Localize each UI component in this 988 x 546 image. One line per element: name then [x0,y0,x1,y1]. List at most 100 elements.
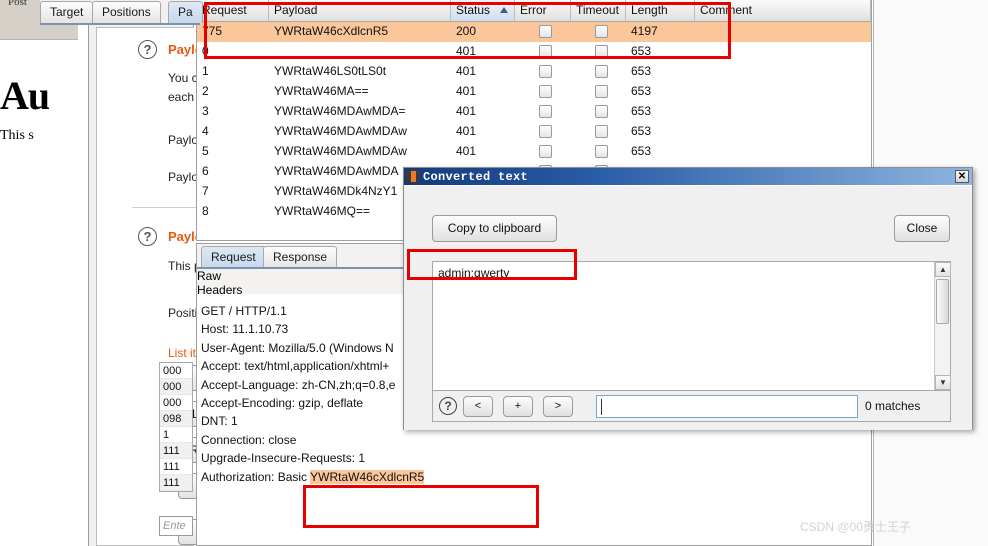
cell-status: 401 [456,84,477,98]
find-next-button[interactable]: > [543,396,573,417]
checkbox-icon[interactable] [594,145,608,158]
list-item[interactable]: 1 [160,427,192,443]
raw-request-line: Upgrade-Insecure-Requests: 1 [201,451,366,466]
cell-error[interactable] [515,102,571,122]
cell-comment [695,22,871,42]
find-help-icon[interactable]: ? [439,397,457,415]
triangle-down-icon[interactable]: ▼ [935,375,951,390]
cell-timeout[interactable] [571,122,626,142]
checkbox-icon[interactable] [594,45,608,58]
checkbox-icon[interactable] [594,65,608,78]
find-bar: ? < + > 0 matches [432,391,951,422]
find-input[interactable] [596,395,858,418]
scrollbar-thumb[interactable] [936,279,949,324]
checkbox-icon[interactable] [594,85,608,98]
converted-text-dialog[interactable]: Converted text ✕ Copy to clipboard Close… [403,167,973,430]
cell-timeout[interactable] [571,142,626,162]
checkbox-icon[interactable] [539,25,552,38]
list-item[interactable]: 000 [160,363,192,379]
screenshot-root: Post Au This s ? Payload Sets You can de… [0,0,988,546]
close-icon[interactable]: ✕ [955,170,969,183]
background-page-heading: Au [0,73,50,118]
checkbox-icon[interactable] [539,125,552,138]
copy-to-clipboard-button[interactable]: Copy to clipboard [432,215,557,242]
tab-target[interactable]: Target [40,1,94,23]
list-item[interactable]: 098 [160,411,192,427]
cell-timeout[interactable] [571,82,626,102]
cell-timeout[interactable] [571,22,626,42]
cell-error[interactable] [515,82,571,102]
cell-error[interactable] [515,22,571,42]
text-caret [601,399,602,415]
column-header-comment[interactable]: Comment [695,0,871,22]
table-row[interactable]: 5 YWRtaW46MDAwMDAw 401 653 [197,142,871,162]
column-header-error[interactable]: Error [515,0,571,22]
add-payload-input[interactable]: Ente [159,516,193,536]
tab-positions[interactable]: Positions [92,1,161,23]
dialog-titlebar[interactable]: Converted text ✕ [404,168,972,185]
checkbox-icon[interactable] [539,105,552,118]
decoded-text-scrollbar[interactable]: ▲ ▼ [934,262,951,390]
cell-comment [695,142,871,162]
list-item[interactable]: 111 [160,475,192,491]
checkbox-icon[interactable] [539,45,552,58]
decoded-text-area[interactable]: admin:qwerty ▲ ▼ [432,261,951,391]
dialog-body: Copy to clipboard Close admin:qwerty ▲ ▼… [404,185,972,430]
cell-timeout[interactable] [571,42,626,62]
checkbox-icon[interactable] [539,65,552,78]
checkbox-icon[interactable] [594,25,608,38]
table-row[interactable]: 4 YWRtaW46MDAwMDAw 401 653 [197,122,871,142]
find-prev-button[interactable]: < [463,396,493,417]
close-button[interactable]: Close [894,215,950,242]
cell-request: 5 [202,144,209,158]
checkbox-icon[interactable] [594,105,608,118]
cell-error[interactable] [515,142,571,162]
table-row[interactable]: 3 YWRtaW46MDAwMDA= 401 653 [197,102,871,122]
cell-length: 653 [631,124,652,138]
cell-request: 3 [202,104,209,118]
payload-list[interactable]: 000 000 000 098 1 111 111 111 [159,362,193,492]
column-header-length[interactable]: Length [626,0,695,22]
triangle-up-icon[interactable]: ▲ [935,262,951,277]
cell-status: 401 [456,104,477,118]
column-header-payload[interactable]: Payload [269,0,451,22]
column-header-timeout[interactable]: Timeout [571,0,626,22]
payload-type-label: Payload type: [168,170,196,184]
find-add-button[interactable]: + [503,396,533,417]
column-header-status[interactable]: Status [451,0,515,22]
table-row[interactable]: 775 YWRtaW46cXdlcnR5 200 4197 [197,22,871,42]
payload-sets-desc-line2: each payload set, [168,90,196,104]
cell-timeout[interactable] [571,62,626,82]
cell-payload: YWRtaW46cXdlcnR5 [274,24,389,38]
cell-request: 1 [202,64,209,78]
watermark: CSDN @00勇士王子 [800,520,911,534]
cell-payload: YWRtaW46MDAwMDAw [274,144,407,158]
cell-error[interactable] [515,62,571,82]
table-row[interactable]: 2 YWRtaW46MA== 401 653 [197,82,871,102]
cell-request: 0 [202,44,209,58]
tab-response[interactable]: Response [263,246,338,268]
list-item[interactable]: 111 [160,443,192,459]
tab-request[interactable]: Request [201,246,266,268]
checkbox-icon[interactable] [539,85,552,98]
list-item[interactable]: 000 [160,379,192,395]
tab-payloads[interactable]: Pa [168,1,203,23]
table-row[interactable]: 0 401 653 [197,42,871,62]
list-item[interactable]: 000 [160,395,192,411]
cell-error[interactable] [515,122,571,142]
checkbox-icon[interactable] [594,125,608,138]
table-row[interactable]: 1 YWRtaW46LS0tLS0t 401 653 [197,62,871,82]
list-item[interactable]: 111 [160,459,192,475]
cell-length: 653 [631,84,652,98]
cell-timeout[interactable] [571,102,626,122]
cell-status: 401 [456,124,477,138]
column-header-request[interactable]: Request [197,0,269,22]
cell-comment [695,42,871,62]
cell-error[interactable] [515,42,571,62]
checkbox-icon[interactable] [539,145,552,158]
authorization-header-line: Authorization: Basic YWRtaW46cXdlcnR5 [201,468,871,486]
cell-request: 8 [202,204,209,218]
position-label: Position: [168,306,196,320]
payload-sets-help-icon[interactable]: ? [138,40,157,59]
payload-options-help-icon[interactable]: ? [138,227,157,246]
